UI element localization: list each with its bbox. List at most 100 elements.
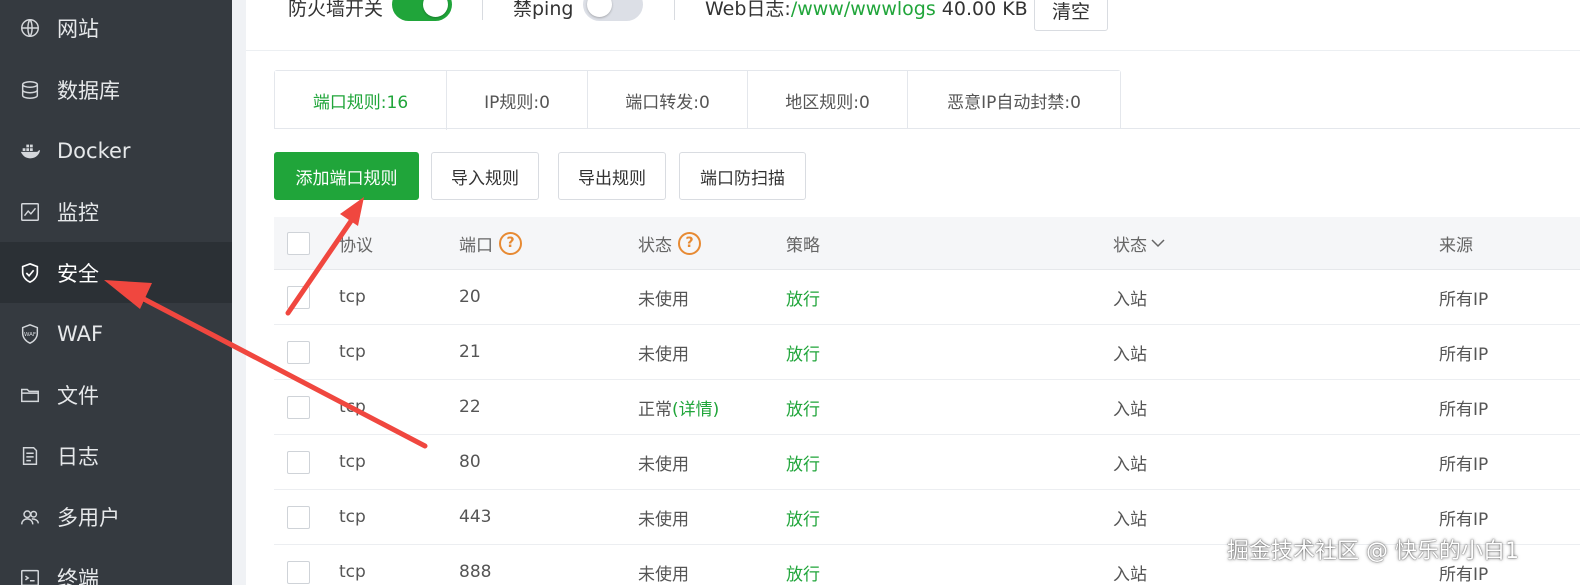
table-row: tcp 80 未使用 放行 入站 所有IP (274, 435, 1580, 490)
cell-policy: 放行 (786, 344, 820, 365)
weblog-path-link[interactable]: /www/wwwlogs (791, 0, 936, 20)
sidebar-item-waf[interactable]: WAF WAF (0, 303, 232, 364)
cell-direction: 入站 (1113, 454, 1147, 475)
row-checkbox[interactable] (287, 560, 310, 584)
sidebar-item-label: 数据库 (57, 78, 120, 103)
tab-region-rules[interactable]: 地区规则:0 (748, 71, 908, 129)
row-select-cell (287, 435, 310, 489)
tabs-divider (274, 128, 1580, 129)
row-checkbox[interactable] (287, 395, 310, 419)
cell-port: 20 (459, 287, 481, 307)
sidebar-item-security[interactable]: 安全 (0, 242, 232, 303)
status-text: 未使用 (638, 564, 689, 585)
folder-icon (19, 384, 41, 406)
svg-text:WAF: WAF (24, 331, 36, 337)
row-select-cell (287, 380, 310, 434)
cell-status: 未使用 (638, 270, 689, 324)
port-scan-protection-button[interactable]: 端口防扫描 (679, 152, 806, 200)
app-window: 网站 数据库 Docker 监控 安全 WAF WAF 文件 日志 多用户 终端… (0, 0, 1580, 585)
add-port-rule-button[interactable]: 添加端口规则 (274, 152, 419, 200)
cell-protocol: tcp (339, 287, 366, 307)
cell-port: 443 (459, 507, 492, 527)
database-icon (19, 79, 41, 101)
col-policy: 策略 (786, 235, 820, 256)
clear-log-button[interactable]: 清空 (1034, 0, 1108, 31)
table-header: 协议 端口? 状态? 策略 状态 来源 (274, 217, 1580, 270)
table-row: tcp 21 未使用 放行 入站 所有IP (274, 325, 1580, 380)
cell-port: 888 (459, 562, 492, 582)
tab-port-rules[interactable]: 端口规则:16 (275, 71, 447, 130)
row-select-cell (287, 490, 310, 544)
shield-icon (19, 262, 41, 284)
cell-source: 所有IP (1439, 454, 1489, 475)
sidebar-item-label: 多用户 (57, 505, 120, 530)
divider (674, 0, 675, 20)
terminal-icon (19, 567, 41, 585)
rule-tabs: 端口规则:16 IP规则:0 端口转发:0 地区规则:0 恶意IP自动封禁:0 (274, 70, 1121, 130)
firewall-panel: 防火墙开关 禁ping Web日志:/www/wwwlogs 40.00 KB … (246, 0, 1580, 585)
row-select-cell (287, 545, 310, 585)
waf-shield-icon: WAF (19, 323, 41, 345)
tab-malicious-ip-ban[interactable]: 恶意IP自动封禁:0 (908, 71, 1120, 129)
weblog-info: Web日志:/www/wwwlogs 40.00 KB (705, 0, 1028, 21)
sidebar-item-label: 终端 (57, 566, 99, 585)
cell-port: 21 (459, 342, 481, 362)
row-checkbox[interactable] (287, 340, 310, 364)
col-status: 状态? (638, 217, 701, 269)
chevron-down-icon (1151, 233, 1165, 253)
select-all-cell (287, 217, 310, 269)
weblog-label: Web日志: (705, 0, 791, 20)
help-icon[interactable]: ? (499, 231, 522, 255)
detail-link[interactable]: (详情) (672, 395, 719, 420)
cell-port: 22 (459, 397, 481, 417)
status-text: 未使用 (638, 344, 689, 365)
row-checkbox[interactable] (287, 450, 310, 474)
sidebar-item-terminal[interactable]: 终端 (0, 547, 232, 585)
sidebar-item-label: 日志 (57, 444, 99, 469)
sidebar-item-multiuser[interactable]: 多用户 (0, 486, 232, 547)
divider (482, 0, 483, 20)
watermark: 掘金技术社区 @ 快乐的小白1 (1227, 539, 1519, 564)
globe-icon (19, 17, 41, 39)
col-protocol: 协议 (339, 235, 373, 256)
col-source: 来源 (1439, 235, 1473, 256)
cell-source: 所有IP (1439, 344, 1489, 365)
cell-status: 未使用 (638, 325, 689, 379)
tab-port-forward[interactable]: 端口转发:0 (588, 71, 748, 129)
cell-protocol: tcp (339, 397, 366, 417)
export-rules-button[interactable]: 导出规则 (558, 152, 666, 200)
col-direction[interactable]: 状态 (1113, 217, 1165, 269)
row-checkbox[interactable] (287, 505, 310, 529)
import-rules-button[interactable]: 导入规则 (431, 152, 539, 200)
sidebar-item-label: 安全 (57, 261, 99, 286)
docker-icon (19, 140, 41, 162)
users-icon (19, 506, 41, 528)
sidebar-item-label: 网站 (57, 16, 99, 41)
col-status-label: 状态 (638, 235, 672, 256)
ping-toggle[interactable] (583, 0, 643, 21)
ping-switch-label: 禁ping (513, 0, 574, 20)
status-text: 未使用 (638, 509, 689, 530)
firewall-toggle[interactable] (392, 0, 452, 21)
col-port: 端口? (459, 217, 522, 269)
sidebar-item-files[interactable]: 文件 (0, 364, 232, 425)
tab-ip-rules[interactable]: IP规则:0 (447, 71, 588, 129)
cell-source: 所有IP (1439, 399, 1489, 420)
select-all-checkbox[interactable] (287, 231, 310, 255)
cell-status: 正常 (详情) (638, 380, 719, 434)
row-select-cell (287, 270, 310, 324)
help-icon[interactable]: ? (678, 231, 701, 255)
sidebar-item-docker[interactable]: Docker (0, 120, 232, 181)
sidebar-item-database[interactable]: 数据库 (0, 59, 232, 120)
cell-protocol: tcp (339, 507, 366, 527)
sidebar-item-monitor[interactable]: 监控 (0, 181, 232, 242)
firewall-switch-label: 防火墙开关 (288, 0, 384, 20)
sidebar-item-website[interactable]: 网站 (0, 0, 232, 58)
sidebar-item-logs[interactable]: 日志 (0, 425, 232, 486)
cell-status: 未使用 (638, 545, 689, 585)
row-checkbox[interactable] (287, 285, 310, 309)
port-rules-table: 协议 端口? 状态? 策略 状态 来源 tcp 20 未使用 放行 入站 所有I… (274, 217, 1580, 585)
status-text: 未使用 (638, 289, 689, 310)
cell-policy: 放行 (786, 399, 820, 420)
sidebar-item-label: Docker (57, 138, 131, 163)
